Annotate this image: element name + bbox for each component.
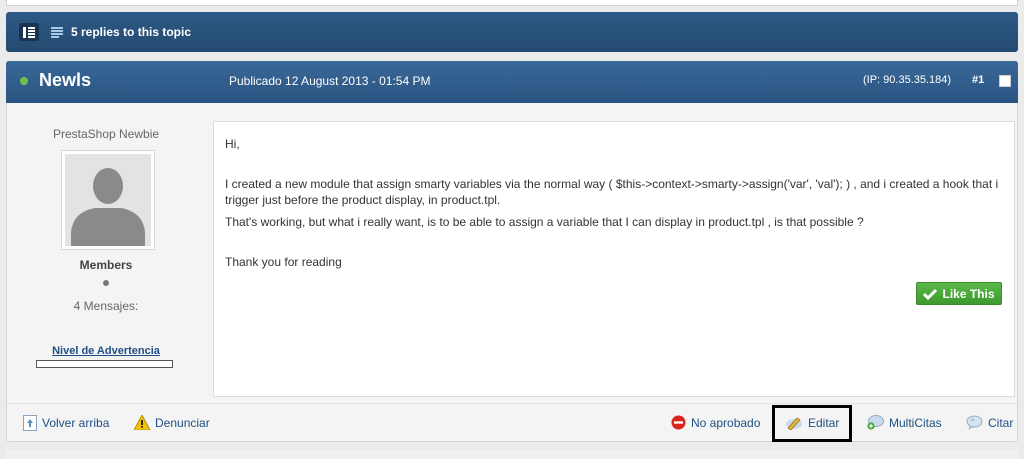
default-avatar-icon — [65, 154, 151, 246]
moderation-toggle-button[interactable] — [19, 23, 39, 41]
multiquote-button[interactable]: MultiCitas — [866, 415, 942, 430]
report-button[interactable]: Denunciar — [134, 415, 210, 430]
no-entry-icon — [671, 415, 686, 430]
post-container: Newls Publicado 12 August 2013 - 01:54 P… — [6, 61, 1018, 442]
post-body: Hi, I created a new module that assign s… — [213, 121, 1015, 397]
topic-replies-bar: 5 replies to this topic — [6, 12, 1018, 52]
post-date: Publicado 12 August 2013 - 01:54 PM — [229, 74, 431, 88]
edit-pencil-icon — [785, 415, 803, 430]
author-name-link[interactable]: Newls — [39, 70, 91, 91]
multiquote-add-icon — [866, 415, 884, 430]
post-paragraph-1: I created a new module that assign smart… — [225, 177, 999, 207]
author-post-count: 4 Mensajes: — [73, 299, 139, 313]
like-this-button[interactable]: Like This — [916, 282, 1002, 305]
like-this-label: Like This — [942, 286, 995, 301]
author-group-title: PrestaShop Newbie — [52, 127, 160, 141]
replies-count-label: 5 replies to this topic — [71, 25, 192, 39]
post-header: Newls Publicado 12 August 2013 - 01:54 P… — [6, 61, 1018, 103]
quote-bubble-icon: " — [966, 415, 983, 430]
post-ip-address[interactable]: (IP: 90.35.35.184) — [863, 74, 951, 86]
post-paragraph-2: That's working, but what i really want, … — [225, 215, 864, 229]
post-number-link[interactable]: #1 — [972, 74, 984, 86]
quote-label: Citar — [988, 415, 1014, 430]
online-status-icon — [20, 77, 28, 85]
post-footer: Volver arriba Denunciar No aprobado Edit… — [7, 403, 1017, 442]
warning-icon — [134, 415, 150, 430]
report-label: Denunciar — [155, 415, 210, 430]
not-approved-button[interactable]: No aprobado — [671, 415, 760, 430]
replies-icon — [51, 26, 63, 38]
quote-button[interactable]: " Citar — [966, 415, 1013, 430]
post-select-checkbox[interactable] — [999, 75, 1011, 87]
edit-label: Editar — [808, 415, 840, 430]
rank-pip-icon — [103, 280, 109, 286]
edit-button[interactable]: Editar — [785, 415, 839, 430]
checkmark-icon — [923, 288, 938, 300]
author-rank: Members — [79, 258, 133, 272]
page-up-icon — [23, 415, 37, 431]
avatar[interactable] — [61, 150, 155, 250]
not-approved-label: No aprobado — [691, 415, 761, 430]
back-to-top-button[interactable]: Volver arriba — [23, 415, 109, 431]
post-greeting: Hi, — [225, 137, 240, 151]
back-to-top-label: Volver arriba — [42, 416, 110, 430]
list-toggle-icon — [23, 26, 35, 38]
warning-level-link[interactable]: Nivel de Advertencia — [7, 345, 205, 357]
svg-text:": " — [971, 418, 974, 426]
previous-section-edge — [6, 0, 1018, 6]
multiquote-label: MultiCitas — [889, 415, 942, 430]
post-closing: Thank you for reading — [225, 255, 342, 269]
warning-level-bar — [36, 360, 173, 368]
next-section-edge — [6, 450, 1018, 459]
